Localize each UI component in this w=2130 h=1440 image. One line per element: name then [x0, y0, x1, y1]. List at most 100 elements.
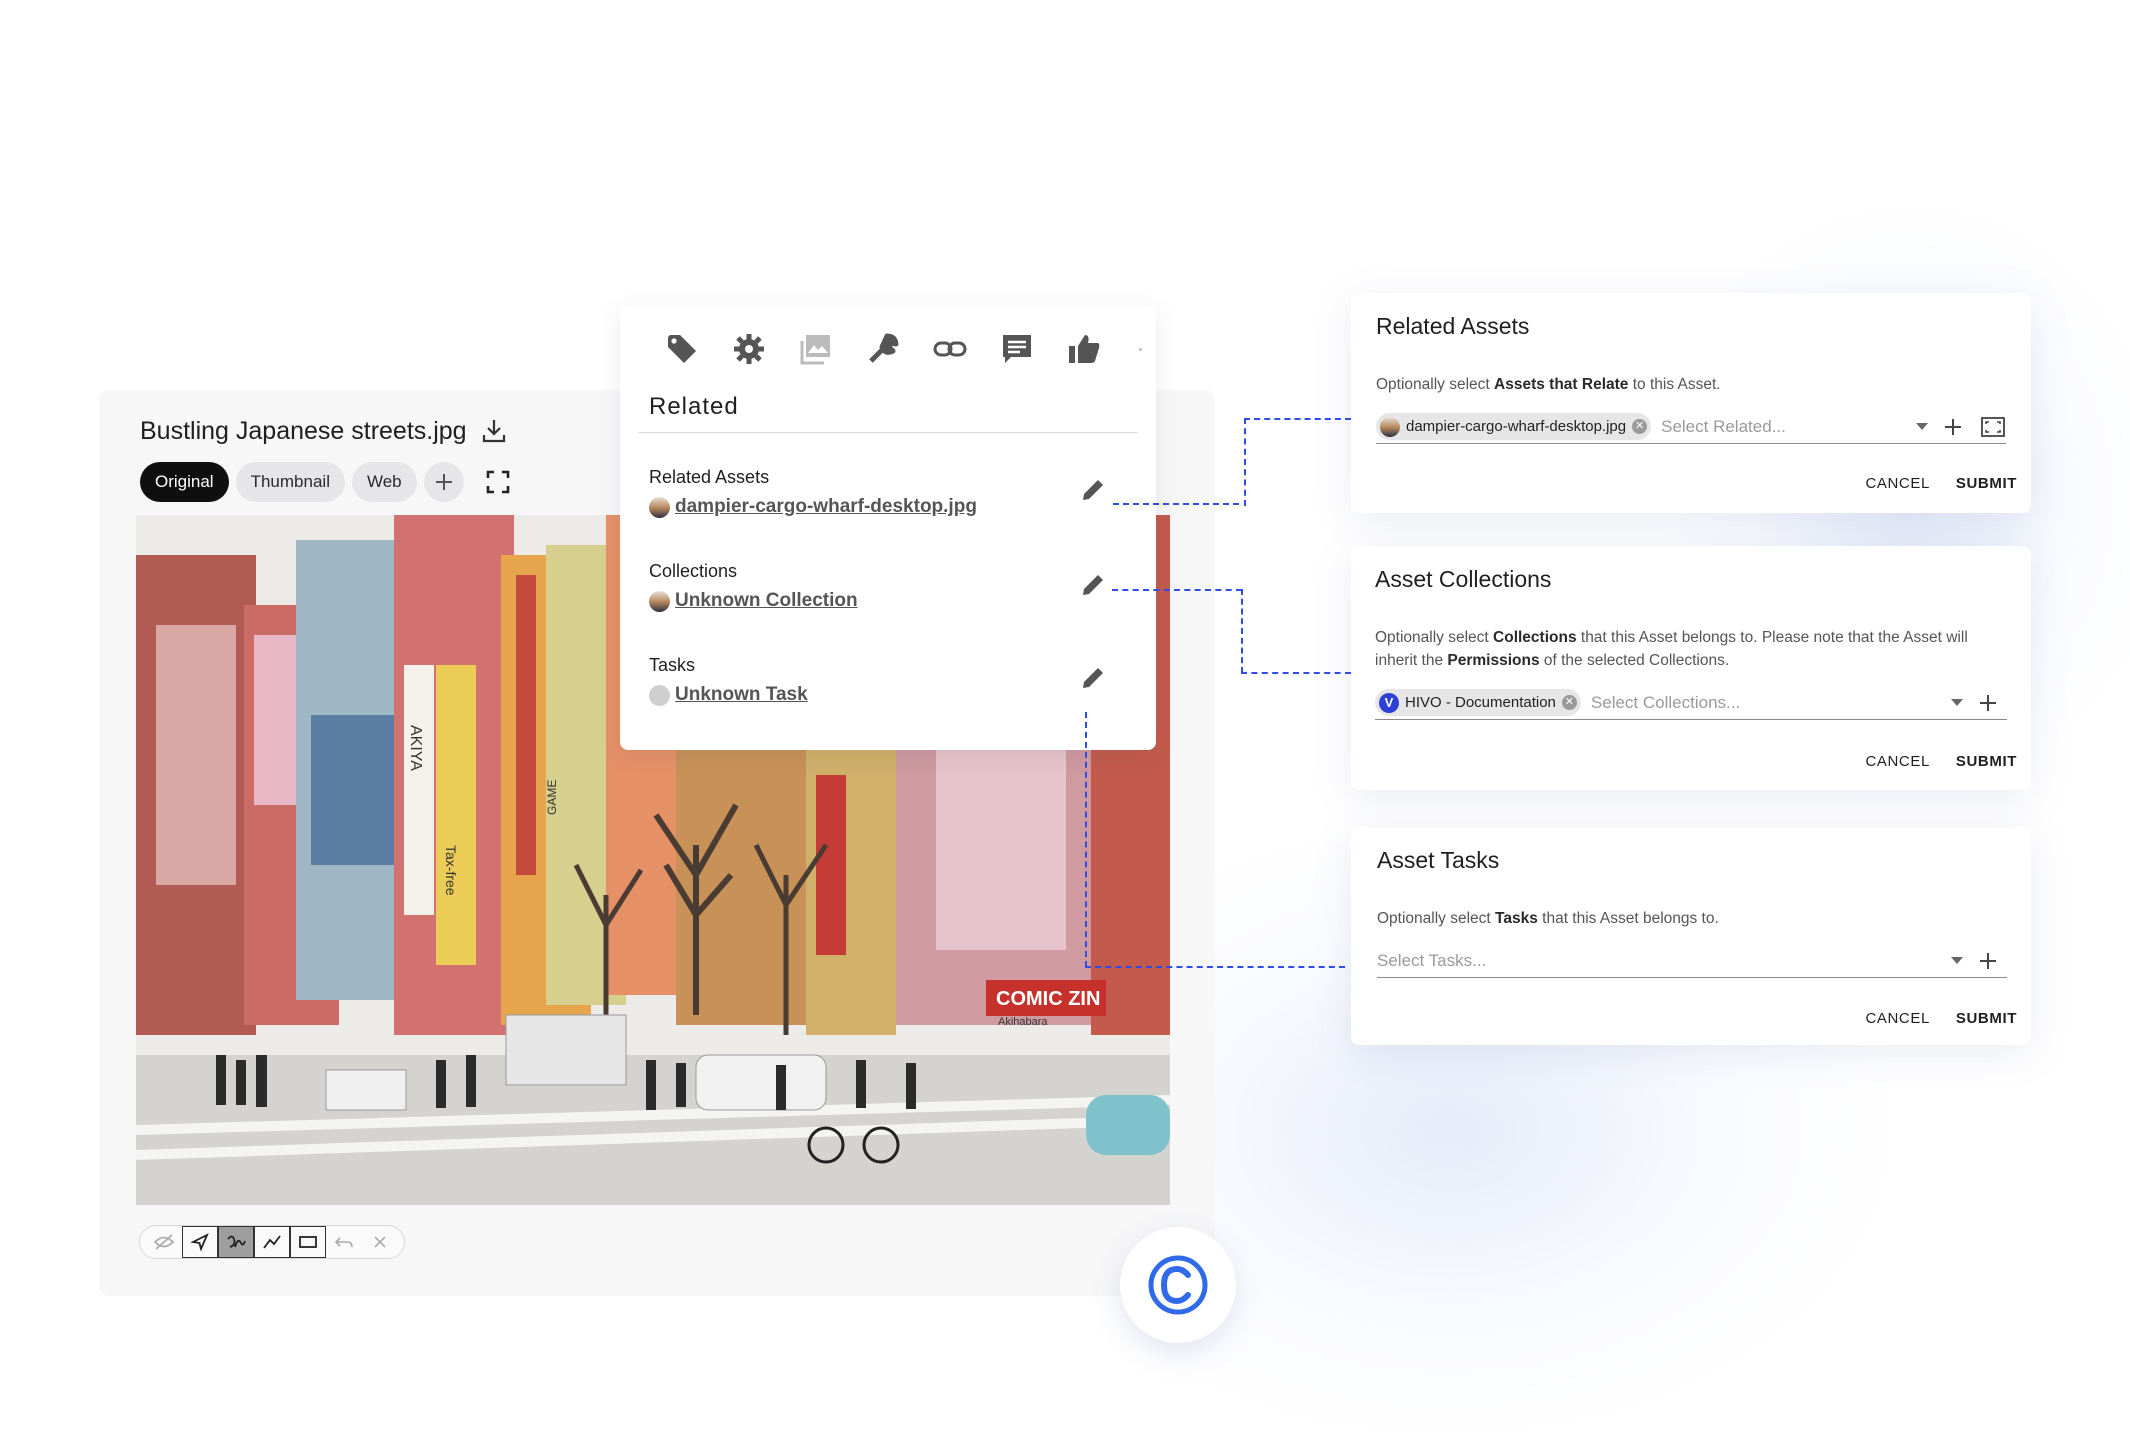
remove-chip-button[interactable]: ✕: [1632, 419, 1648, 434]
sign-comic-zin: COMIC ZIN: [996, 988, 1100, 1010]
rendition-tabs: Original Thumbnail Web: [140, 462, 511, 502]
rendition-tab-web[interactable]: Web: [351, 462, 417, 502]
rendition-tab-thumbnail[interactable]: Thumbnail: [235, 462, 345, 502]
copyright-badge: [1120, 1227, 1236, 1343]
selected-asset-chip: dampier-cargo-wharf-desktop.jpg ✕: [1376, 413, 1652, 440]
browse-assets-icon[interactable]: [1980, 416, 2006, 438]
sign-akiya: AKIYA: [407, 725, 424, 771]
task-link[interactable]: Unknown Task: [675, 684, 808, 706]
form-actions: CANCEL SUBMIT: [1865, 753, 2017, 770]
form-help-text: Optionally select Collections that this …: [1375, 629, 1968, 669]
connector-line: [1113, 503, 1239, 505]
dropdown-caret-icon[interactable]: [1951, 957, 1963, 964]
thumbs-up-icon[interactable]: [1066, 331, 1102, 367]
connector-line: [1244, 418, 1351, 420]
more-dot: [1139, 348, 1142, 351]
edit-related-assets-icon[interactable]: [1078, 475, 1108, 505]
gear-icon[interactable]: [731, 331, 767, 367]
plus-icon: [435, 474, 452, 490]
sign-tax-free: Tax-free: [443, 845, 459, 896]
close-icon: [374, 1236, 386, 1248]
asset-collections-form: Asset Collections Optionally select Coll…: [1351, 546, 2031, 790]
connector-line: [1241, 589, 1243, 673]
comment-icon[interactable]: [999, 331, 1035, 367]
sign-game: GAME: [545, 780, 559, 815]
related-asset-link[interactable]: dampier-cargo-wharf-desktop.jpg: [675, 496, 977, 518]
rectangle-icon: [299, 1236, 317, 1248]
related-assets-select[interactable]: dampier-cargo-wharf-desktop.jpg ✕ Select…: [1376, 410, 2006, 444]
related-assets-section: Related Assets dampier-cargo-wharf-deskt…: [649, 467, 977, 518]
form-actions: CANCEL SUBMIT: [1865, 1010, 2017, 1027]
form-help-text: Optionally select Tasks that this Asset …: [1377, 910, 1719, 927]
fullscreen-icon[interactable]: [485, 469, 511, 495]
related-assets-form: Related Assets Optionally select Assets …: [1351, 293, 2031, 513]
add-icon[interactable]: [1977, 950, 1999, 972]
dropdown-caret-icon[interactable]: [1916, 423, 1928, 430]
cancel-button[interactable]: CANCEL: [1865, 475, 1929, 492]
dropdown-caret-icon[interactable]: [1951, 699, 1963, 706]
select-placeholder: Select Related...: [1661, 416, 1786, 436]
cancel-button[interactable]: CANCEL: [1865, 1010, 1929, 1027]
collections-select[interactable]: V HIVO - Documentation ✕ Select Collecti…: [1375, 686, 2007, 720]
remove-chip-button[interactable]: ✕: [1561, 695, 1577, 710]
submit-button[interactable]: SUBMIT: [1956, 753, 2017, 770]
edit-tasks-icon[interactable]: [1078, 663, 1108, 693]
related-panel: Related Related Assets dampier-cargo-wha…: [620, 305, 1156, 750]
edit-collections-icon[interactable]: [1078, 570, 1108, 600]
images-icon[interactable]: [798, 331, 834, 367]
form-actions: CANCEL SUBMIT: [1865, 475, 2017, 492]
asset-thumbnail: [649, 496, 670, 518]
freehand-tool-button[interactable]: [218, 1226, 254, 1258]
connector-line: [1085, 966, 1345, 968]
download-icon[interactable]: [479, 416, 509, 446]
clear-annotations-button[interactable]: [362, 1226, 398, 1258]
cursor-arrow-icon: [191, 1233, 209, 1251]
connector-line: [1085, 712, 1087, 967]
undo-button[interactable]: [326, 1226, 362, 1258]
pointer-tool-button[interactable]: [182, 1226, 218, 1258]
asset-tasks-form: Asset Tasks Optionally select Tasks that…: [1351, 827, 2031, 1045]
line-tool-button[interactable]: [254, 1226, 290, 1258]
rectangle-tool-button[interactable]: [290, 1226, 326, 1258]
tasks-select[interactable]: Select Tasks...: [1377, 944, 2007, 978]
connector-line: [1112, 589, 1242, 591]
collection-link[interactable]: Unknown Collection: [675, 590, 858, 612]
form-help-text: Optionally select Assets that Relate to …: [1376, 376, 1721, 393]
asset-title: Bustling Japanese streets.jpg: [140, 417, 467, 445]
panel-tab-bar: [664, 331, 1102, 367]
tasks-label: Tasks: [649, 655, 696, 675]
cancel-button[interactable]: CANCEL: [1865, 753, 1929, 770]
freehand-scribble-icon: [227, 1235, 246, 1248]
hivo-logo-icon: V: [1379, 692, 1399, 713]
chip-label: HIVO - Documentation: [1405, 694, 1556, 711]
hide-annotations-button[interactable]: [146, 1226, 182, 1258]
form-title: Asset Tasks: [1377, 847, 1500, 873]
add-rendition-button[interactable]: [423, 462, 464, 502]
selected-collection-chip: V HIVO - Documentation ✕: [1375, 689, 1581, 716]
panel-heading: Related: [649, 393, 739, 420]
polyline-icon: [263, 1235, 281, 1249]
copyright-icon: [1148, 1255, 1208, 1315]
collections-section: Collections Unknown Collection: [649, 561, 858, 612]
sign-akihabara: Akihabara: [998, 1016, 1048, 1028]
rendition-tab-original[interactable]: Original: [140, 462, 229, 502]
undo-icon: [334, 1237, 353, 1248]
form-title: Asset Collections: [1375, 566, 1552, 592]
collections-label: Collections: [649, 561, 738, 581]
wrench-icon[interactable]: [865, 331, 901, 367]
select-placeholder: Select Collections...: [1590, 692, 1741, 712]
connector-line: [1241, 672, 1351, 674]
tasks-section: Tasks Unknown Task: [649, 655, 808, 706]
asset-thumbnail: [1380, 416, 1400, 437]
submit-button[interactable]: SUBMIT: [1956, 475, 2017, 492]
form-title: Related Assets: [1376, 313, 1530, 339]
divider: [638, 432, 1138, 433]
add-icon[interactable]: [1942, 416, 1964, 438]
tag-icon[interactable]: [664, 331, 700, 367]
related-assets-label: Related Assets: [649, 467, 770, 487]
chip-label: dampier-cargo-wharf-desktop.jpg: [1406, 418, 1627, 435]
add-icon[interactable]: [1977, 692, 1999, 714]
link-icon[interactable]: [932, 331, 968, 367]
submit-button[interactable]: SUBMIT: [1956, 1010, 2017, 1027]
annotation-toolbar: [139, 1225, 405, 1259]
